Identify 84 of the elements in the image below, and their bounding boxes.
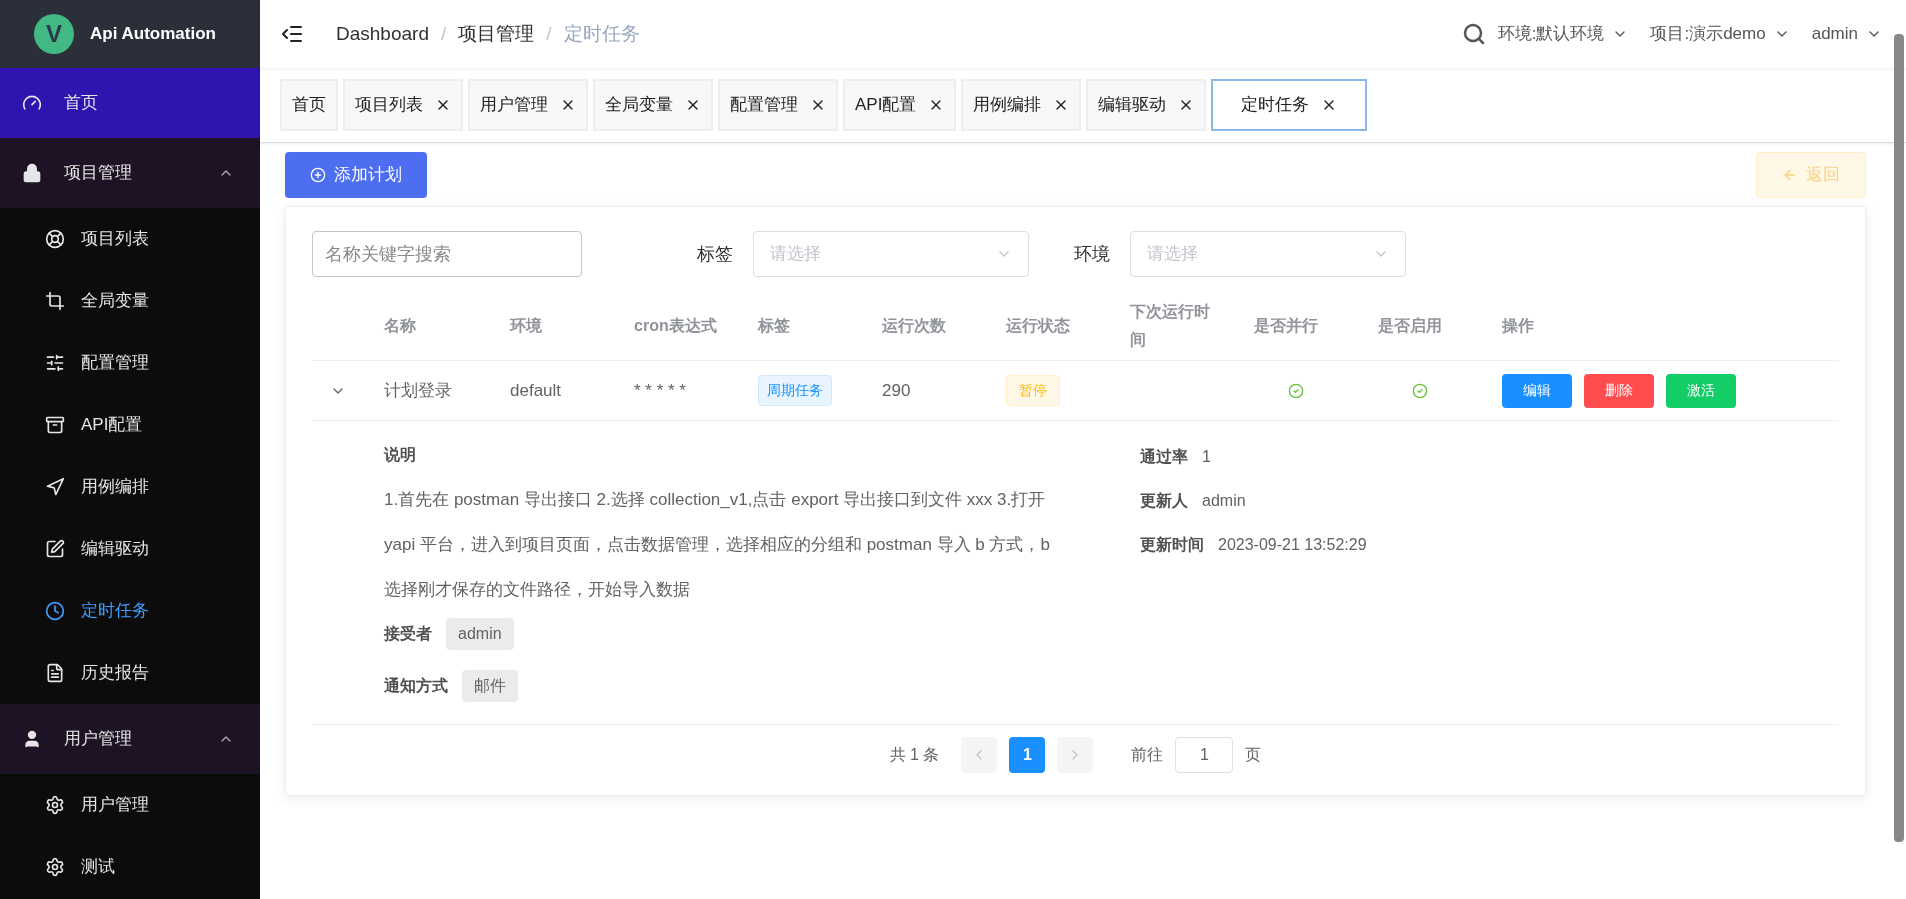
page-tab[interactable]: 首页	[280, 79, 338, 131]
page-suffix: 页	[1245, 745, 1262, 765]
sidebar-item[interactable]: 用户管理	[0, 774, 260, 836]
table-cell: 计划登录	[384, 380, 452, 400]
sidebar-item[interactable]: 用例编排	[0, 456, 260, 518]
detail-label: 接受者	[384, 624, 432, 644]
total-count: 共 1 条	[889, 745, 940, 765]
column-header: 操作	[1502, 315, 1535, 336]
sidebar-item[interactable]: 定时任务	[0, 580, 260, 642]
page-tab[interactable]: 项目列表	[343, 79, 463, 131]
breadcrumb-item[interactable]: 项目管理	[458, 19, 535, 49]
goto-label: 前往	[1131, 745, 1164, 765]
sidebar-item[interactable]: API配置	[0, 394, 260, 456]
dashboard-icon	[22, 93, 42, 113]
column-header: 是否启用	[1378, 315, 1443, 336]
sidebar-group[interactable]: 用户管理	[0, 704, 260, 774]
tag-badge: 周期任务	[758, 375, 832, 406]
arrow-left-icon	[1782, 167, 1798, 183]
logo-icon: V	[34, 14, 74, 54]
breadcrumb-item[interactable]: Dashboard	[336, 19, 429, 49]
settings-icon	[45, 857, 65, 877]
document-icon	[45, 663, 65, 683]
page-tab[interactable]: 全局变量	[593, 79, 713, 131]
search-field[interactable]: 名称关键字搜索	[312, 231, 582, 277]
column-header: 是否并行	[1254, 315, 1319, 336]
detail-label: 说明	[384, 445, 417, 465]
header-dropdown[interactable]: 项目:演示demo	[1650, 21, 1790, 47]
receiver-tag: admin	[446, 618, 514, 650]
sidebar-item[interactable]: 历史报告	[0, 642, 260, 704]
page-input[interactable]: 1	[1175, 737, 1234, 773]
breadcrumb-separator: /	[440, 21, 447, 46]
clock-icon	[45, 601, 65, 621]
sidebar-item[interactable]: 测试	[0, 836, 260, 898]
page-tab[interactable]: 用例编排	[961, 79, 1082, 131]
edit-icon	[45, 539, 65, 559]
page-tab[interactable]: API配置	[843, 79, 957, 131]
page-tab[interactable]: 编辑驱动	[1086, 79, 1207, 131]
settings-icon	[45, 795, 65, 815]
header-dropdown[interactable]: 环境:默认环境	[1497, 21, 1629, 47]
filter-label: 环境	[1074, 242, 1110, 266]
detail-value: 2023-09-21 13:52:29	[1218, 535, 1367, 555]
user-icon	[22, 729, 42, 749]
navigation-icon	[45, 477, 65, 497]
column-header: 标签	[758, 315, 791, 336]
column-header: 名称	[384, 315, 417, 336]
breadcrumb-separator: /	[546, 21, 552, 46]
sliders-icon	[45, 353, 65, 373]
sidebar-item[interactable]: 项目列表	[0, 208, 260, 270]
status-badge: 暂停	[1006, 375, 1060, 406]
page-tab[interactable]: 用户管理	[468, 79, 588, 131]
plus-circle-icon	[310, 167, 326, 183]
column-header: cron表达式	[634, 315, 718, 336]
crop-icon	[45, 291, 65, 311]
table-cell: 290	[882, 380, 911, 400]
lock-icon	[22, 163, 42, 183]
column-header: 运行次数	[882, 315, 947, 336]
detail-label: 通过率	[1140, 447, 1188, 467]
sidebar-item[interactable]: 编辑驱动	[0, 518, 260, 580]
detail-label: 更新时间	[1140, 535, 1204, 555]
app-title: Api Automation	[90, 23, 216, 46]
sidebar-item[interactable]: 首页	[0, 68, 260, 138]
column-header: 下次运行时间	[1130, 301, 1211, 350]
detail-value: admin	[1202, 491, 1246, 511]
detail-value: 1	[1202, 447, 1211, 467]
lifebuoy-icon	[45, 229, 65, 249]
detail-label: 更新人	[1140, 491, 1188, 511]
breadcrumb-item: 定时任务	[563, 21, 640, 46]
filter-label: 标签	[697, 242, 733, 266]
archive-icon	[45, 415, 65, 435]
column-header: 环境	[510, 315, 543, 336]
sidebar-group[interactable]: 项目管理	[0, 138, 260, 208]
page-tab[interactable]: 定时任务	[1211, 79, 1368, 131]
table-cell: default	[510, 380, 562, 400]
detail-label: 通知方式	[384, 676, 448, 696]
page-tab[interactable]: 配置管理	[718, 79, 838, 131]
description-text: 1.首先在 postman 导出接口 2.选择 collection_v1,点击 export 导出接口到文件 xxx 3.打开 yapi 平台，进入到项目页面，点击数据管理，选择相应的分组和 postman 导入 b 方式，b 选择刚才保存的文件路径，开始导入数据	[384, 489, 1051, 601]
sidebar-item[interactable]: 全局变量	[0, 270, 260, 332]
add-plan-button[interactable]: 添加计划	[285, 152, 427, 198]
header-dropdown[interactable]: admin	[1811, 21, 1882, 47]
column-header: 运行状态	[1006, 315, 1071, 336]
table-cell: * * * * *	[634, 380, 686, 400]
notify-tag: 邮件	[462, 670, 518, 702]
search-icon[interactable]	[1461, 22, 1486, 46]
sidebar-item[interactable]: 配置管理	[0, 332, 260, 394]
